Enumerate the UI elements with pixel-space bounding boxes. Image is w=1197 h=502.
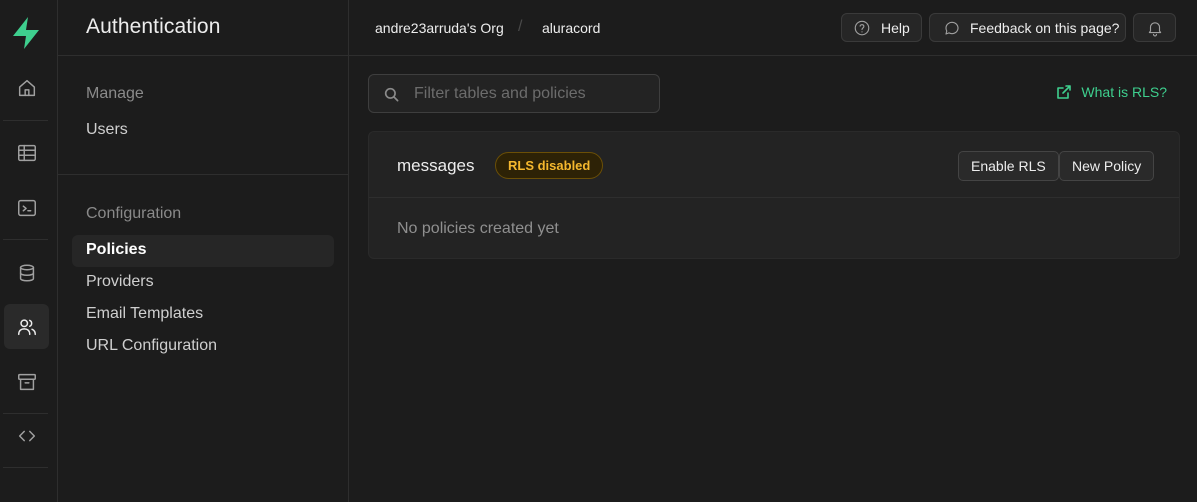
users-icon[interactable] bbox=[4, 304, 49, 349]
sidebar-header: Authentication bbox=[58, 0, 348, 56]
supabase-logo-icon[interactable] bbox=[11, 16, 41, 50]
home-icon[interactable] bbox=[4, 65, 49, 110]
sidebar-item-email-templates[interactable]: Email Templates bbox=[72, 299, 334, 331]
database-icon[interactable] bbox=[4, 250, 49, 295]
rail-divider bbox=[3, 467, 48, 468]
table-policy-card-header: messages RLS disabled Enable RLS New Pol… bbox=[369, 132, 1179, 198]
notifications-button[interactable] bbox=[1133, 13, 1176, 42]
sidebar-title: Authentication bbox=[86, 15, 221, 38]
help-icon bbox=[854, 20, 870, 35]
breadcrumb-org[interactable]: andre23arruda's Org bbox=[375, 20, 504, 36]
sidebar-item-policies[interactable]: Policies bbox=[72, 235, 334, 267]
help-button[interactable]: Help bbox=[841, 13, 922, 42]
search-icon bbox=[384, 87, 399, 102]
icon-rail bbox=[0, 0, 58, 502]
what-is-rls-link[interactable]: What is RLS? bbox=[1056, 84, 1167, 100]
table-editor-icon[interactable] bbox=[4, 130, 49, 175]
feedback-label: Feedback on this page? bbox=[970, 19, 1120, 36]
app-root: Authentication Manage Users Configuratio… bbox=[0, 0, 1197, 502]
rail-divider bbox=[3, 239, 48, 240]
enable-rls-button[interactable]: Enable RLS bbox=[958, 151, 1059, 181]
manage-section-label: Manage bbox=[86, 85, 144, 102]
table-filter-search bbox=[368, 74, 660, 113]
auth-sidebar: Authentication Manage Users Configuratio… bbox=[58, 0, 349, 502]
search-input[interactable] bbox=[414, 83, 649, 105]
sql-editor-icon[interactable] bbox=[4, 185, 49, 230]
rls-status-badge: RLS disabled bbox=[495, 152, 604, 179]
rail-divider bbox=[3, 120, 48, 121]
api-icon[interactable] bbox=[4, 413, 49, 458]
empty-policies-message: No policies created yet bbox=[397, 220, 559, 237]
new-policy-button[interactable]: New Policy bbox=[1059, 151, 1155, 181]
sidebar-item-users[interactable]: Users bbox=[72, 115, 334, 147]
bell-icon bbox=[1148, 21, 1161, 36]
table-name: messages bbox=[397, 156, 475, 175]
configuration-section-label: Configuration bbox=[86, 205, 182, 222]
sidebar-divider bbox=[58, 174, 348, 175]
what-is-rls-label: What is RLS? bbox=[1081, 84, 1167, 100]
chat-bubble-icon bbox=[945, 21, 959, 35]
external-link-icon bbox=[1057, 85, 1072, 99]
breadcrumb-project[interactable]: aluracord bbox=[542, 20, 600, 36]
feedback-button[interactable]: Feedback on this page? bbox=[929, 13, 1126, 42]
sidebar-item-url-configuration[interactable]: URL Configuration bbox=[72, 331, 334, 363]
help-label: Help bbox=[881, 19, 910, 36]
breadcrumb-separator: / bbox=[518, 18, 523, 35]
top-bar: andre23arruda's Org / aluracord Help Fee… bbox=[349, 0, 1197, 56]
storage-icon[interactable] bbox=[4, 359, 49, 404]
sidebar-item-providers[interactable]: Providers bbox=[72, 267, 334, 299]
table-policy-card: messages RLS disabled Enable RLS New Pol… bbox=[368, 131, 1180, 259]
reports-icon[interactable] bbox=[4, 478, 49, 502]
